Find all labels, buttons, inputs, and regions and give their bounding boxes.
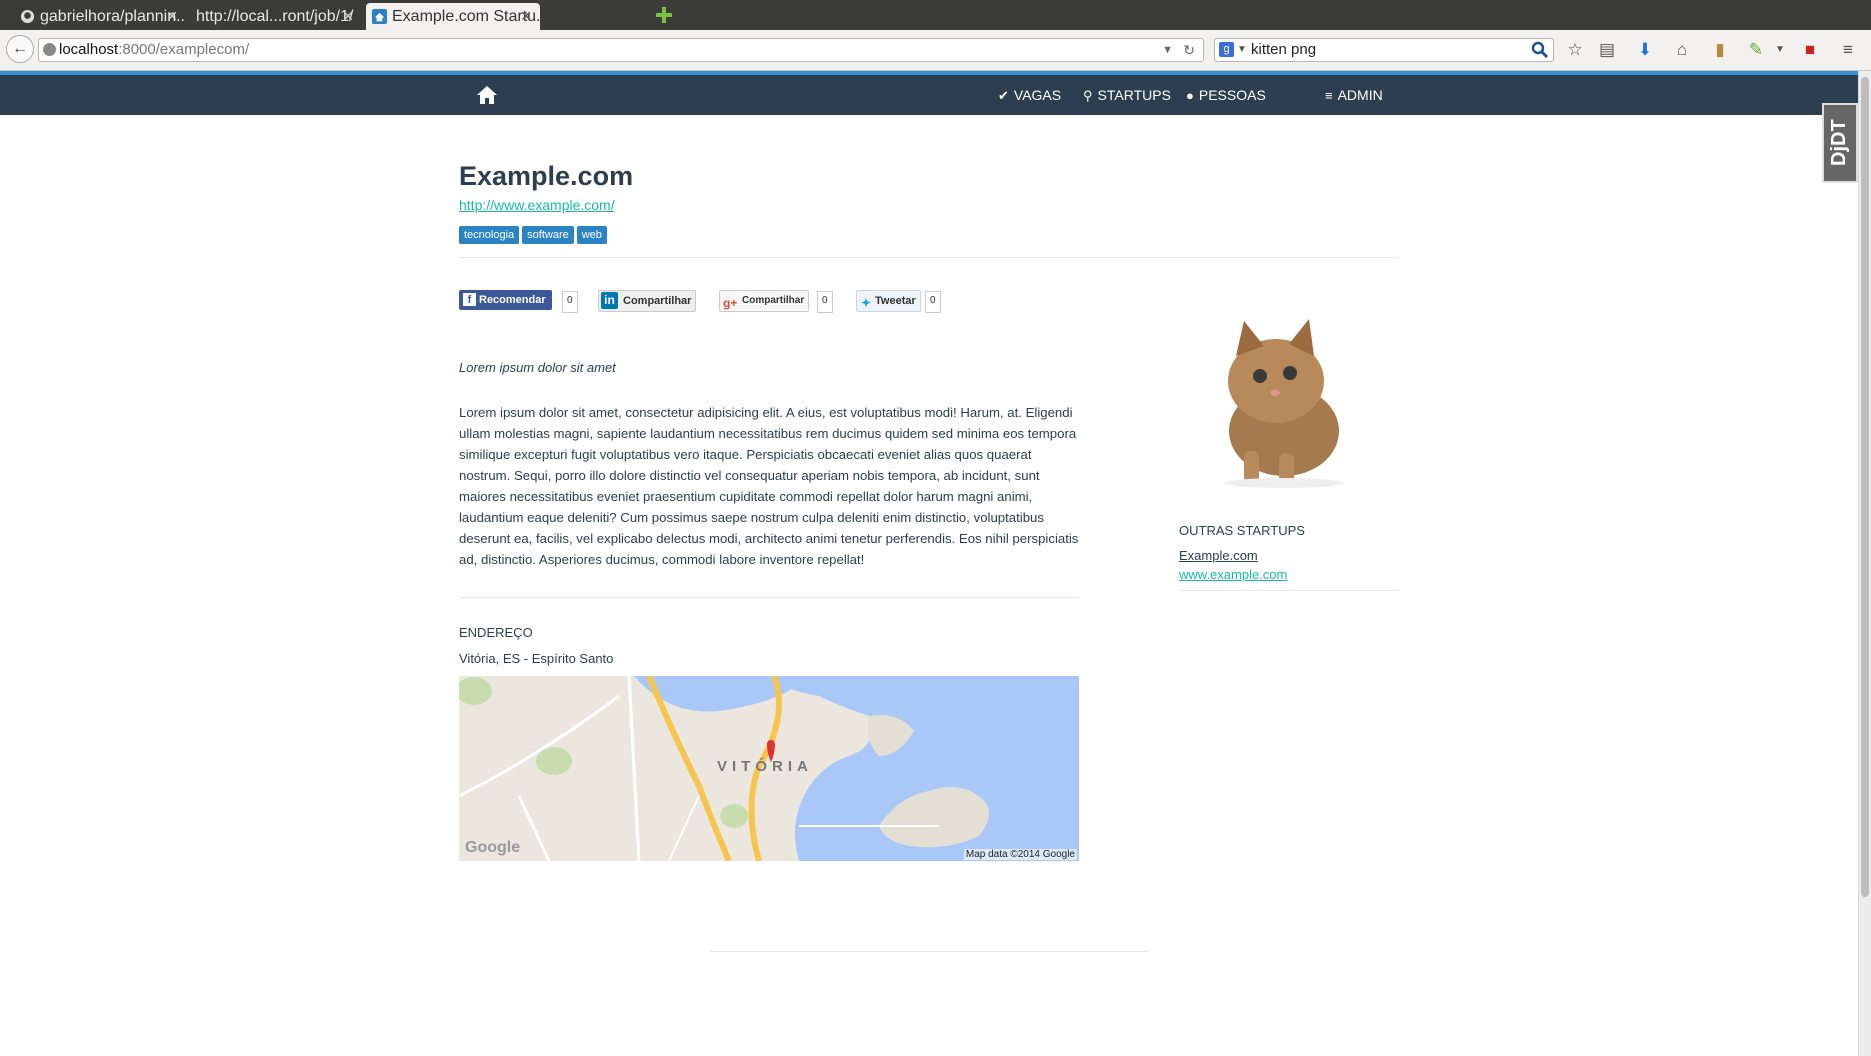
divider bbox=[459, 257, 1398, 258]
page-content: ✔ VAGAS ⚲ STARTUPS ● PESSOAS ≡ ADMIN DjDT Ex… bbox=[0, 71, 1858, 1056]
url-host: localhost bbox=[59, 41, 119, 58]
facebook-icon: f bbox=[463, 293, 476, 306]
url-path: :8000/examplecom/ bbox=[118, 41, 250, 58]
tag[interactable]: web bbox=[576, 226, 607, 244]
button-label: Recomendar bbox=[479, 294, 546, 306]
close-icon[interactable]: ✕ bbox=[520, 3, 532, 30]
extension-icon[interactable]: ■ bbox=[1800, 40, 1820, 60]
button-label: Tweetar bbox=[875, 295, 916, 307]
tab-title: gabrielhora/plannin... bbox=[40, 8, 186, 25]
divider bbox=[459, 597, 1079, 598]
home-favicon-icon bbox=[372, 9, 387, 24]
nav-vagas[interactable]: ✔ VAGAS bbox=[998, 75, 1061, 115]
location-map[interactable]: VITÓRIA Google Map data ©2014 Google bbox=[459, 676, 1079, 861]
nav-label: ADMIN bbox=[1337, 87, 1383, 103]
map-city-label: VITÓRIA bbox=[717, 758, 813, 775]
menu-icon: ≡ bbox=[1325, 88, 1333, 103]
address-title: ENDEREÇO bbox=[459, 625, 533, 640]
divider bbox=[1179, 590, 1399, 591]
facebook-recommend-button[interactable]: f Recomendar bbox=[459, 290, 552, 310]
github-icon bbox=[20, 9, 35, 24]
tag[interactable]: tecnologia bbox=[459, 226, 520, 244]
linkedin-icon: in bbox=[601, 292, 618, 309]
back-button[interactable]: ← bbox=[6, 35, 34, 63]
library-icon[interactable]: ▮ bbox=[1710, 40, 1730, 60]
tag-list: tecnologia software web bbox=[459, 225, 610, 244]
tab-title: http://local...ront/job/1/ bbox=[196, 8, 354, 25]
startup-url-link[interactable]: http://www.example.com/ bbox=[459, 197, 615, 213]
scrollbar-thumb[interactable] bbox=[1861, 77, 1869, 897]
home-icon[interactable] bbox=[476, 85, 498, 105]
search-input[interactable]: kitten png bbox=[1251, 41, 1316, 58]
url-bar[interactable]: localhost:8000/examplecom/ ▼ ↻ bbox=[38, 38, 1204, 62]
nav-label: STARTUPS bbox=[1097, 87, 1171, 103]
button-label: Compartilhar bbox=[742, 295, 805, 306]
map-credit: Map data ©2014 Google bbox=[963, 849, 1077, 860]
linkedin-share-button[interactable]: in Compartilhar bbox=[598, 290, 697, 312]
sidebar-startup-name[interactable]: Example.com bbox=[1179, 548, 1258, 563]
tab-bar: gabrielhora/plannin... ✕ http://local...… bbox=[0, 0, 1871, 30]
chevron-down-icon[interactable]: ▼ bbox=[1770, 40, 1790, 60]
tab-job[interactable]: http://local...ront/job/1/ ✕ bbox=[190, 3, 362, 30]
map-marker-icon: ⚲ bbox=[1083, 88, 1093, 103]
dropdown-icon[interactable]: ▼ bbox=[1162, 39, 1173, 61]
new-tab-icon[interactable] bbox=[655, 6, 673, 24]
facebook-count: 0 bbox=[562, 291, 578, 313]
page-title: Example.com bbox=[459, 161, 634, 191]
addon-icon[interactable]: ✎ bbox=[1746, 40, 1766, 60]
menu-icon[interactable]: ≡ bbox=[1838, 40, 1858, 60]
nav-admin[interactable]: ≡ ADMIN bbox=[1325, 75, 1383, 115]
check-icon: ✔ bbox=[998, 88, 1009, 103]
footer-divider bbox=[710, 951, 1150, 952]
close-icon[interactable]: ✕ bbox=[166, 3, 178, 30]
globe-icon bbox=[43, 43, 56, 56]
tab-title: Example.com Startu... bbox=[392, 8, 540, 25]
user-icon: ● bbox=[1186, 88, 1194, 103]
map-logo: Google bbox=[465, 839, 521, 856]
django-debug-toolbar-handle[interactable]: DjDT bbox=[1822, 103, 1858, 183]
close-icon[interactable]: ✕ bbox=[342, 3, 354, 30]
download-icon[interactable]: ⬇ bbox=[1635, 40, 1655, 60]
tab-example[interactable]: Example.com Startu... ✕ bbox=[366, 3, 540, 30]
nav-label: VAGAS bbox=[1013, 87, 1062, 103]
nav-startups[interactable]: ⚲ STARTUPS bbox=[1083, 75, 1171, 115]
tag[interactable]: software bbox=[522, 226, 574, 244]
google-plus-icon: g+ bbox=[723, 296, 738, 310]
twitter-count: 0 bbox=[925, 291, 941, 313]
startup-lead: Lorem ipsum dolor sit amet bbox=[459, 360, 616, 375]
tweet-button[interactable]: ✦ Tweetar bbox=[856, 290, 921, 312]
chevron-down-icon[interactable]: ▼ bbox=[1237, 39, 1247, 61]
startup-description: Lorem ipsum dolor sit amet, consectetur … bbox=[459, 405, 1079, 567]
search-bar[interactable]: g ▼ kitten png bbox=[1214, 38, 1554, 62]
arrow-left-icon: ← bbox=[12, 40, 28, 57]
sidebar-title: OUTRAS STARTUPS bbox=[1179, 523, 1305, 538]
startup-logo-kitten bbox=[1224, 319, 1344, 488]
reading-list-icon[interactable]: ▤ bbox=[1597, 40, 1617, 60]
page-scrollbar[interactable] bbox=[1858, 71, 1871, 1056]
home-icon[interactable]: ⌂ bbox=[1672, 40, 1692, 60]
twitter-icon: ✦ bbox=[861, 296, 872, 310]
search-icon[interactable] bbox=[1531, 41, 1549, 59]
nav-pessoas[interactable]: ● PESSOAS bbox=[1186, 75, 1266, 115]
bookmark-star-icon[interactable]: ☆ bbox=[1565, 40, 1585, 60]
reload-icon[interactable]: ↻ bbox=[1183, 39, 1195, 61]
tab-github[interactable]: gabrielhora/plannin... ✕ bbox=[14, 3, 186, 30]
sidebar-startup-link[interactable]: www.example.com bbox=[1179, 567, 1287, 582]
button-label: Compartilhar bbox=[623, 295, 692, 307]
site-navbar: ✔ VAGAS ⚲ STARTUPS ● PESSOAS ≡ ADMIN bbox=[0, 75, 1858, 115]
gplus-count: 0 bbox=[817, 291, 833, 313]
google-search-engine-icon[interactable]: g bbox=[1219, 42, 1234, 57]
address-text: Vitória, ES - Espírito Santo bbox=[459, 651, 614, 666]
gplus-share-button[interactable]: g+ Compartilhar bbox=[719, 290, 810, 312]
browser-toolbar: ← localhost:8000/examplecom/ ▼ ↻ g ▼ kit… bbox=[0, 30, 1871, 71]
nav-label: PESSOAS bbox=[1198, 87, 1266, 103]
